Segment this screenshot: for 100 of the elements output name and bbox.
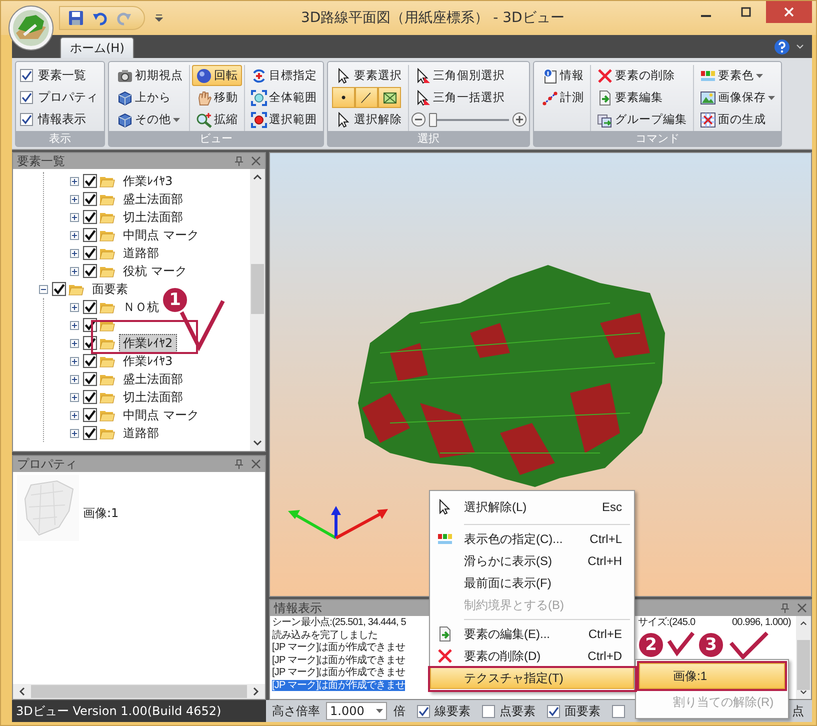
expand-toggle[interactable] [70,176,79,186]
dropdown-arrow-icon[interactable] [155,14,163,22]
checkbox[interactable] [83,210,97,224]
tree-item-label[interactable]: 切土法面部 [119,208,187,226]
checkbox[interactable] [83,300,97,314]
menu-item[interactable]: テクスチャ指定(T) [430,667,634,689]
tree-item-label[interactable]: 中間点 マーク [119,226,203,244]
tree-item-label[interactable]: 盛土法面部 [119,370,187,388]
checkbox-icon[interactable] [547,704,560,718]
expand-toggle[interactable] [70,374,79,384]
tree-item-label[interactable]: 道路部 [119,244,163,262]
scrollbar-thumb[interactable] [31,685,247,698]
checkbox-icon[interactable] [482,704,496,718]
checkbox[interactable] [83,174,97,188]
checkbox[interactable] [83,192,97,206]
menu-item[interactable]: 選択解除(L) Esc [430,493,634,521]
ribbon-button[interactable]: 目標指定 [247,65,321,86]
ribbon-button[interactable]: 面の生成 [696,109,779,130]
expand-toggle[interactable] [70,338,79,348]
menu-item[interactable]: 最前面に表示(F) [430,572,634,594]
checkbox[interactable] [83,372,97,386]
checkbox-icon[interactable] [20,91,33,104]
horizontal-scrollbar[interactable] [13,684,265,699]
pin-icon[interactable] [234,459,244,469]
close-icon[interactable] [251,459,261,469]
ribbon-button[interactable]: 三角一括選択 [411,87,527,108]
expand-toggle[interactable] [70,266,79,276]
expand-toggle[interactable] [70,320,79,330]
zoom-out-icon[interactable] [411,112,426,127]
ribbon-tab[interactable]: ホーム(H) [60,37,134,58]
checkbox[interactable] [52,282,66,296]
menu-item[interactable]: 要素の編集(E)... Ctrl+E [430,623,634,645]
expand-toggle[interactable] [70,356,79,366]
chevron-down-icon[interactable] [796,44,804,50]
log-line[interactable]: 読み込みを完了しました [272,630,378,641]
ribbon-button[interactable]: 拡縮 [192,109,242,130]
checkbox[interactable] [83,264,97,278]
ribbon-button[interactable]: 要素編集 [593,87,691,108]
checkbox[interactable] [612,704,626,718]
height-scale-dropdown[interactable]: 1.000 [326,702,388,720]
checkbox-icon[interactable] [20,69,33,82]
tree-item-label[interactable]: 盛土法面部 [119,190,187,208]
pin-icon[interactable] [234,156,244,166]
menu-item[interactable]: 要素の削除(D) Ctrl+D [430,645,634,667]
log-line[interactable]: [JP マーク]は面が作成できませ [272,667,406,678]
tree-item-label[interactable]: 道路部 [119,424,163,442]
ribbon-button[interactable]: 移動 [192,87,242,108]
expand-toggle[interactable] [39,284,48,294]
expand-toggle[interactable] [70,410,79,420]
ribbon-button[interactable]: 上から [113,87,187,108]
expand-toggle[interactable] [70,230,79,240]
scrollbar-thumb[interactable] [251,264,264,314]
tree-item-label[interactable]: 作業ﾚｲﾔ2 [119,334,177,352]
checkbox-item[interactable]: プロパティ [20,87,102,108]
tree-item-label[interactable]: 作業ﾚｲﾔ3 [119,352,177,370]
scrollbar-thumb[interactable] [797,640,810,690]
expand-toggle[interactable] [70,194,79,204]
ribbon-button[interactable]: グループ編集 [593,109,691,130]
ribbon-button[interactable]: 三角個別選択 [411,65,527,86]
close-button[interactable] [766,1,812,23]
tree-item-label[interactable]: 中間点 マーク [119,406,203,424]
checkbox[interactable] [83,408,97,422]
ribbon-button[interactable]: その他 [113,109,187,130]
menu-item[interactable]: 画像:1 [639,663,785,689]
log-line[interactable]: [JP マーク]は面が作成できませ [272,642,406,654]
tree-item-label[interactable]: 切土法面部 [119,388,187,406]
checkbox-item[interactable]: 面要素 [547,702,600,720]
ribbon-button[interactable]: 回転 [192,65,242,86]
ribbon-button[interactable]: 情報 [538,65,588,86]
ribbon-button[interactable]: 要素色 [696,65,779,86]
ribbon-button[interactable]: 要素選択 [332,65,406,86]
toggle-button[interactable]: • [332,87,355,108]
ribbon-button[interactable]: 初期視点 [113,65,187,86]
toggle-button[interactable]: ／ [355,87,378,108]
checkbox-item[interactable]: 点要素 [482,702,536,720]
checkbox-item[interactable]: 要素一覧 [20,65,102,86]
vertical-scrollbar[interactable] [796,616,811,699]
ribbon-button[interactable]: 画像保存 [696,87,779,108]
checkbox[interactable] [83,390,97,404]
toggle-button[interactable] [378,87,401,108]
expand-toggle[interactable] [70,428,79,438]
menu-item[interactable]: 滑らかに表示(S) Ctrl+H [430,550,634,572]
close-icon[interactable] [797,603,807,613]
slider-thumb[interactable] [429,112,437,126]
ribbon-button[interactable]: 選択解除 [332,109,406,130]
checkbox[interactable] [83,246,97,260]
checkbox-item[interactable]: 線要素 [417,702,470,720]
menu-item[interactable]: 表示色の指定(C)... Ctrl+L [430,528,634,550]
expand-toggle[interactable] [70,212,79,222]
ribbon-button[interactable]: 計測 [538,87,588,108]
expand-toggle[interactable] [70,248,79,258]
log-line[interactable]: [JP マーク]は面が作成できませ [272,654,406,666]
zoom-in-icon[interactable] [512,112,527,127]
tree-item-label[interactable]: 面要素 [88,280,132,298]
close-icon[interactable] [251,156,261,166]
checkbox[interactable] [83,354,97,368]
log-line[interactable]: シーン最小点:(25.501, 34.444, 5 [272,617,406,628]
checkbox[interactable] [83,426,97,440]
checkbox[interactable] [83,228,97,242]
tree-item-label[interactable]: 作業ﾚｲﾔ3 [119,172,177,190]
